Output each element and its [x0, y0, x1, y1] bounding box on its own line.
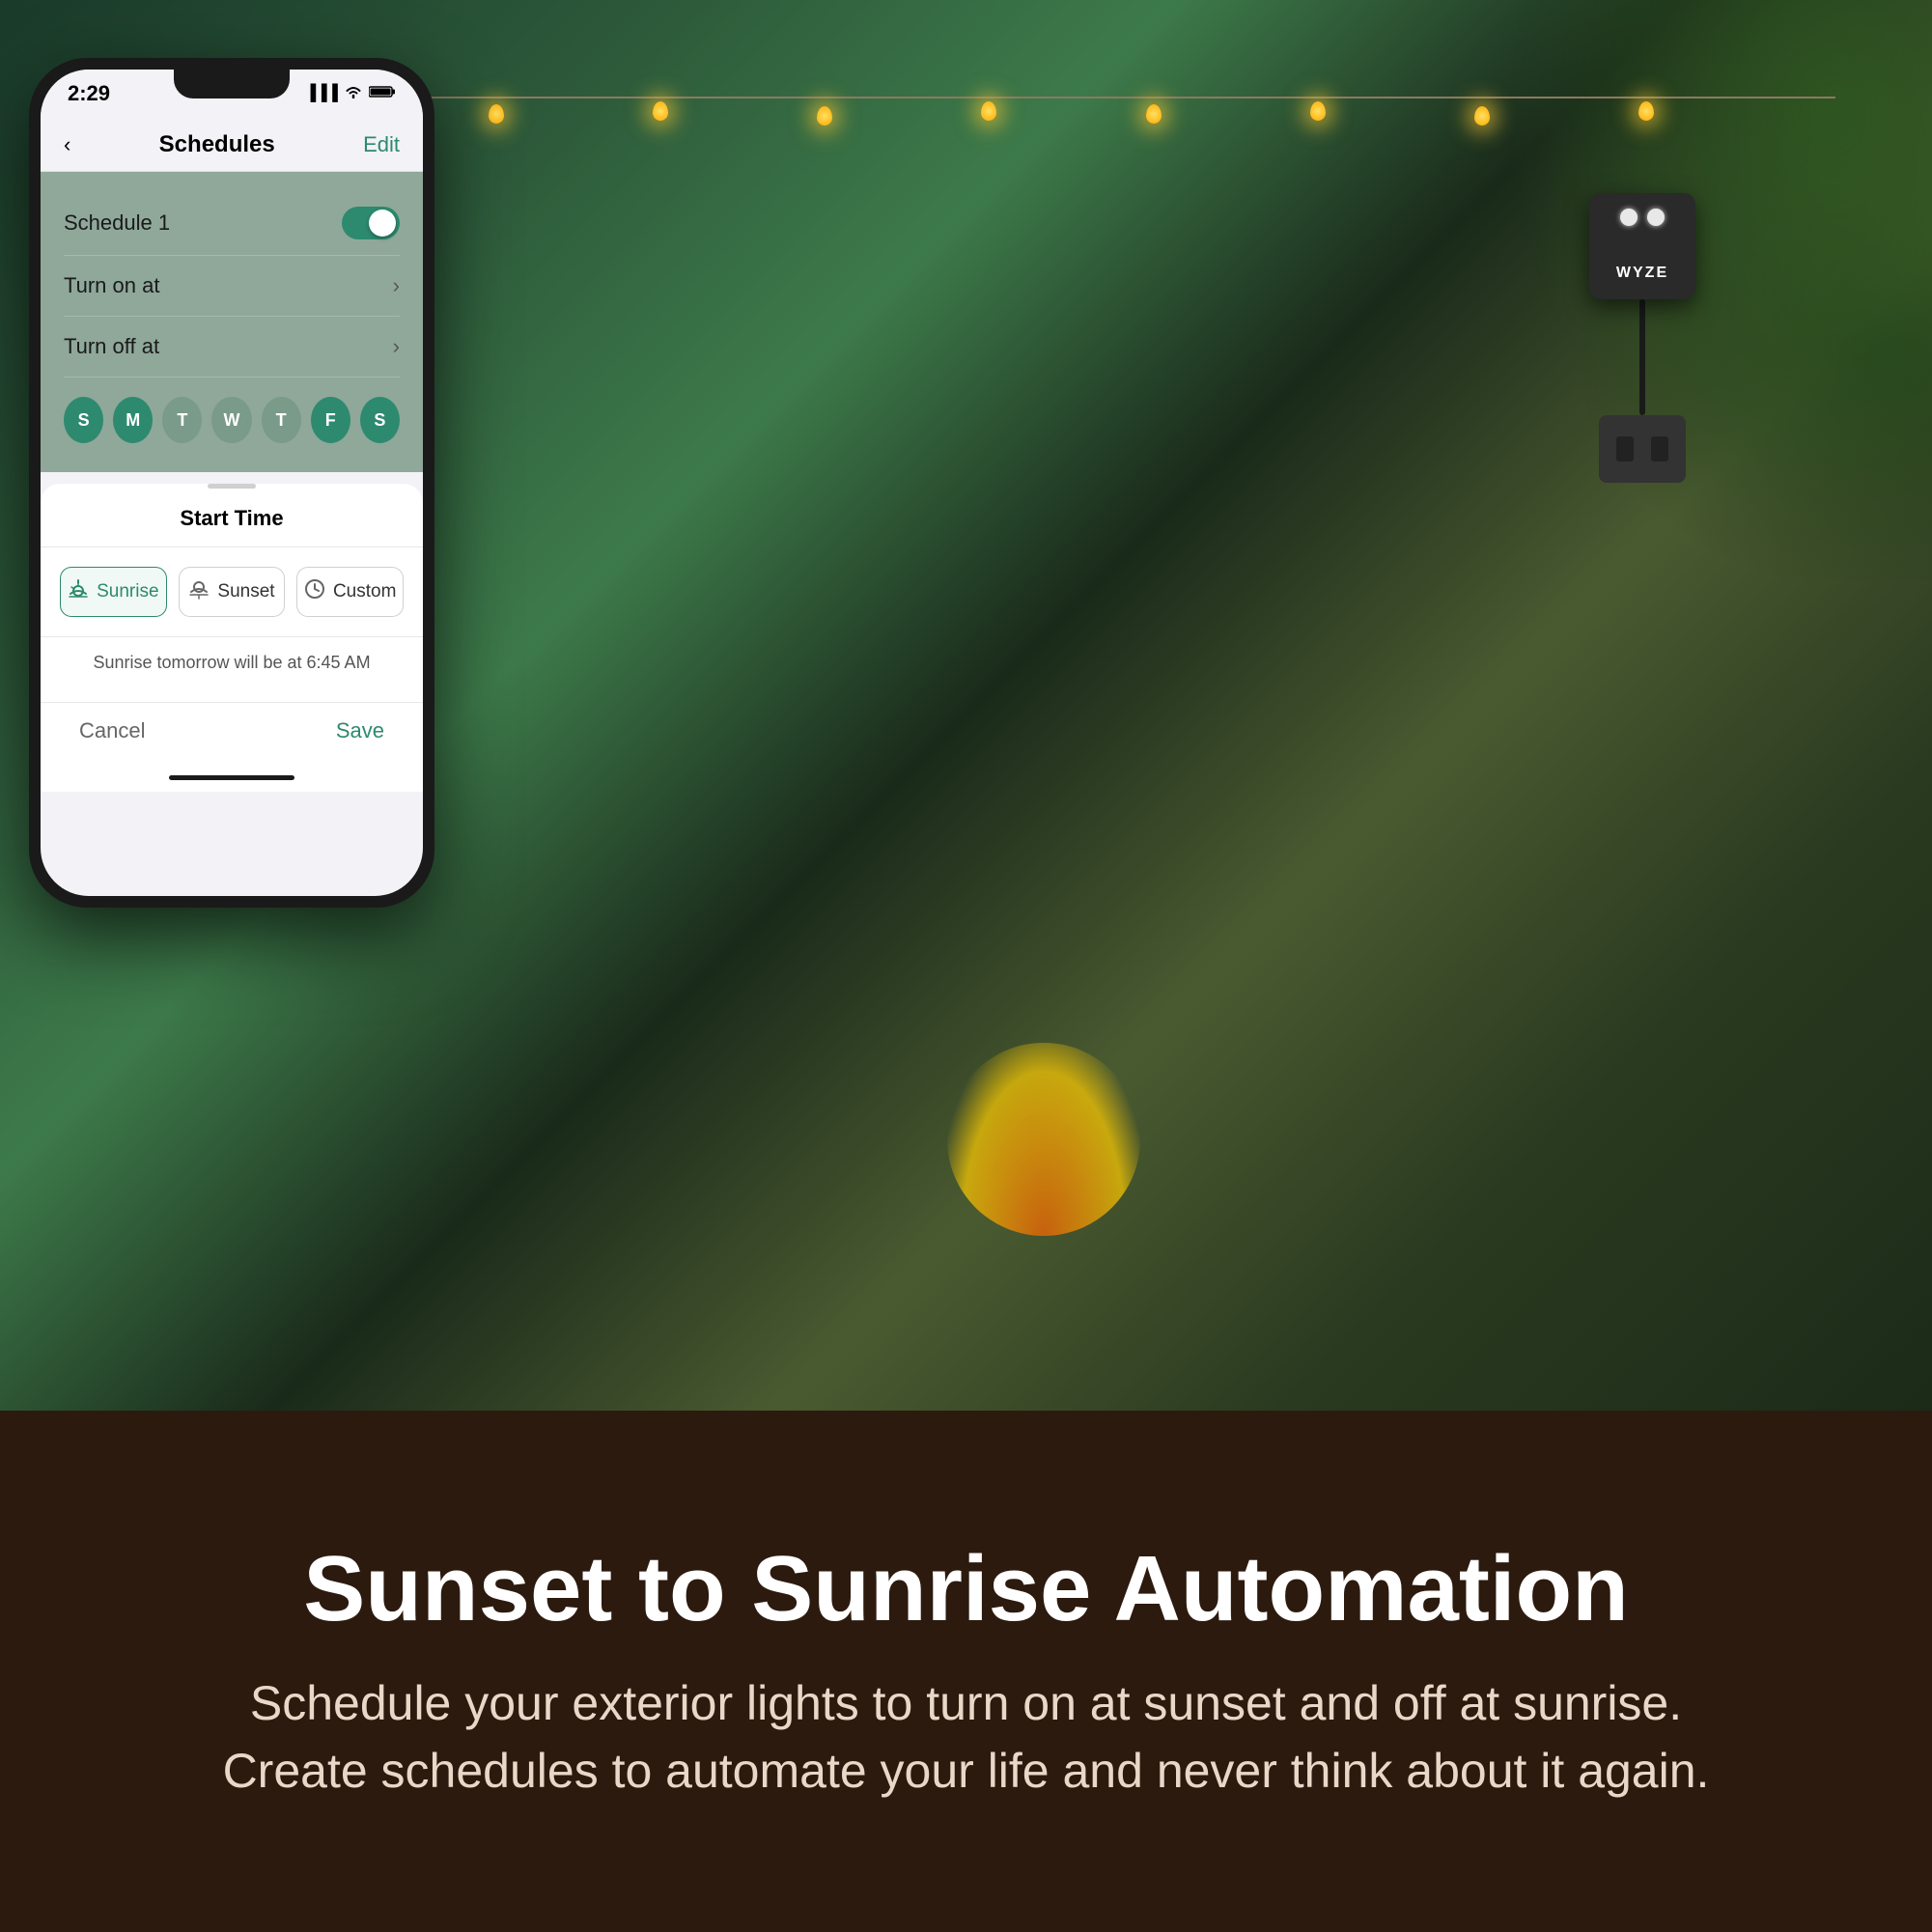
light-bulb — [1638, 101, 1654, 121]
sunrise-option[interactable]: Sunrise — [60, 567, 167, 617]
day-wednesday[interactable]: W — [211, 397, 251, 443]
wifi-icon — [344, 85, 363, 103]
days-row: S M T W T F S — [64, 378, 400, 453]
turn-off-label: Turn off at — [64, 334, 159, 359]
custom-option[interactable]: Custom — [296, 567, 404, 617]
status-icons: ▐▐▐ — [305, 85, 396, 103]
back-button[interactable]: ‹ — [64, 132, 70, 157]
custom-icon — [304, 578, 325, 605]
edit-button[interactable]: Edit — [363, 132, 400, 157]
schedule-row: Schedule 1 — [64, 191, 400, 256]
navigation-bar: ‹ Schedules Edit — [41, 118, 423, 172]
sunset-icon — [188, 578, 210, 605]
sheet-handle — [208, 484, 256, 489]
sunset-label: Sunset — [217, 581, 274, 602]
phone-outer: 2:29 ▐▐▐ — [29, 58, 434, 908]
sunset-option[interactable]: Sunset — [179, 567, 286, 617]
save-button[interactable]: Save — [336, 718, 384, 743]
battery-icon — [369, 85, 396, 103]
phone-mockup: 2:29 ▐▐▐ — [29, 58, 434, 908]
turn-on-label: Turn on at — [64, 273, 159, 298]
sheet-actions: Cancel Save — [41, 702, 423, 763]
fire-pit — [947, 1043, 1140, 1236]
cancel-button[interactable]: Cancel — [79, 718, 145, 743]
phone-screen: 2:29 ▐▐▐ — [41, 70, 423, 896]
turn-on-chevron: › — [393, 273, 400, 298]
sunrise-icon — [68, 578, 89, 605]
light-bulb — [817, 106, 832, 126]
day-saturday[interactable]: S — [360, 397, 400, 443]
app-content: Schedule 1 Turn on at › Turn off at › — [41, 172, 423, 472]
sunrise-label: Sunrise — [97, 581, 158, 602]
schedule-toggle[interactable] — [342, 207, 400, 239]
signal-icon: ▐▐▐ — [305, 85, 338, 102]
light-bulb — [489, 104, 504, 124]
toggle-knob — [369, 210, 396, 237]
info-text: Sunrise tomorrow will be at 6:45 AM — [41, 636, 423, 692]
day-sunday[interactable]: S — [64, 397, 103, 443]
day-thursday[interactable]: T — [262, 397, 301, 443]
light-bulb — [653, 101, 668, 121]
day-monday[interactable]: M — [113, 397, 153, 443]
light-bulb — [981, 101, 996, 121]
sheet-options: Sunrise Sunset — [41, 547, 423, 636]
day-friday[interactable]: F — [311, 397, 350, 443]
light-bulb — [1146, 104, 1162, 124]
turn-on-row[interactable]: Turn on at › — [64, 256, 400, 317]
bottom-sheet: Start Time — [41, 484, 423, 792]
turn-off-row[interactable]: Turn off at › — [64, 317, 400, 378]
schedule-label: Schedule 1 — [64, 210, 170, 236]
home-indicator — [169, 775, 294, 780]
nav-title: Schedules — [159, 131, 275, 158]
string-lights — [193, 97, 1835, 98]
status-time: 2:29 — [68, 81, 110, 106]
day-tuesday[interactable]: T — [162, 397, 202, 443]
wyze-device: WYZE — [1565, 193, 1720, 483]
sub-text-line2: Create schedules to automate your life a… — [223, 1737, 1710, 1805]
home-bar — [41, 763, 423, 792]
turn-off-chevron: › — [393, 334, 400, 359]
main-title: Sunset to Sunrise Automation — [303, 1538, 1629, 1640]
light-bulb — [1474, 106, 1490, 126]
sub-text-line1: Schedule your exterior lights to turn on… — [250, 1669, 1682, 1737]
light-bulb — [1310, 101, 1326, 121]
sheet-title: Start Time — [41, 496, 423, 547]
bottom-section: Sunset to Sunrise Automation Schedule yo… — [0, 1411, 1932, 1932]
custom-label: Custom — [333, 581, 396, 602]
